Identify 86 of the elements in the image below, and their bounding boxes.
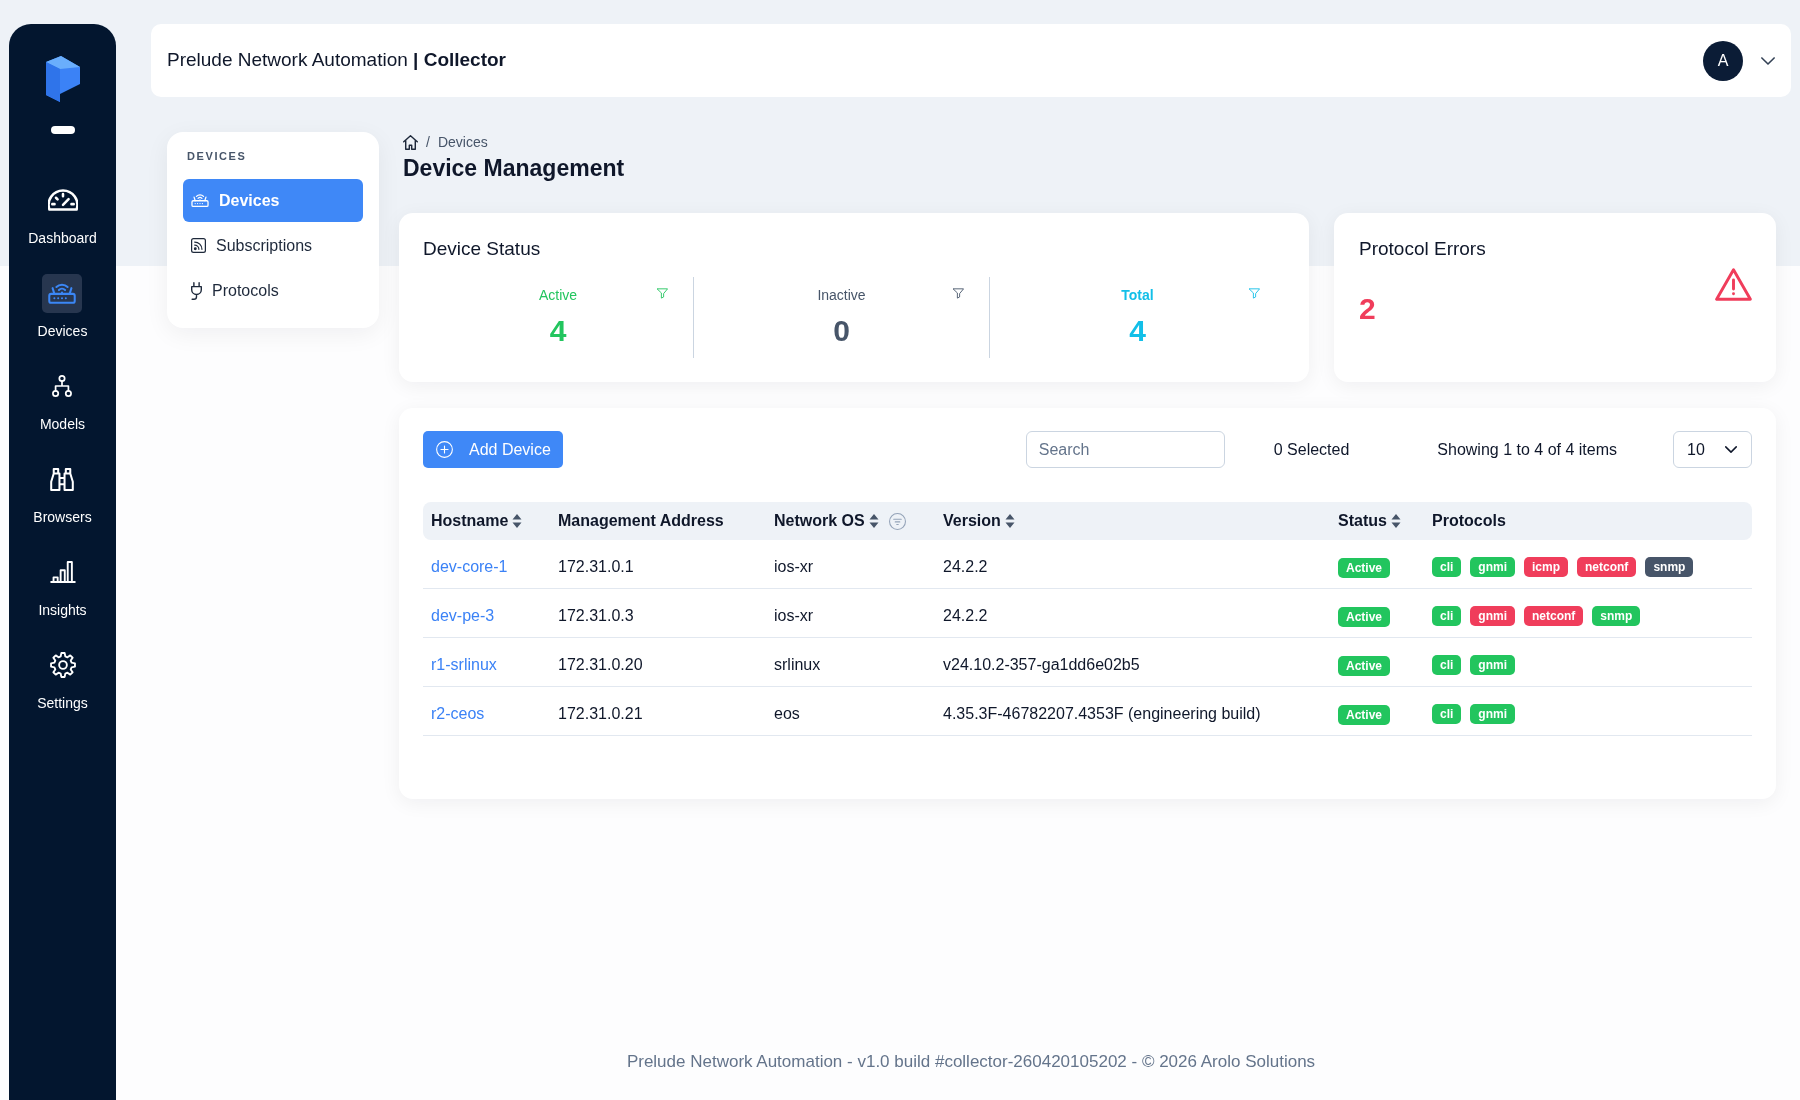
hostname-link[interactable]: dev-pe-3 [431,607,495,624]
version-text: v24.10.2-357-ga1dd6e02b5 [943,656,1140,673]
column-header[interactable]: Hostname [423,502,550,540]
protocol-tag: gnmi [1470,557,1515,577]
status-tag: Active [1338,558,1391,578]
sidebar-item[interactable]: Browsers [33,459,92,525]
chevron-down-icon [1725,446,1737,453]
column-header[interactable]: Network OS [766,502,935,540]
protocol-tag: gnmi [1470,704,1515,724]
card-title: Device Status [423,237,542,261]
footer-text: Prelude Network Automation - v1.0 build #collector-260420105202 - © 2026 Arolo Solutions [626,1052,1316,1071]
hostname-link[interactable]: dev-core-1 [431,558,508,575]
app-title: Prelude Network Automation | Collector [167,48,507,73]
plug-icon [191,281,202,300]
dash-icon [50,126,75,134]
protocol-tag: icmp [1524,557,1569,577]
column-header: Management Address [550,502,766,540]
error-count: 2 [1359,291,1377,327]
rss-icon [191,238,206,253]
sidebar-item[interactable]: Settings [37,645,88,711]
protocol-tag: snmp [1592,606,1641,626]
sort-icon[interactable] [1004,514,1015,528]
protocol-tag: cli [1432,655,1462,675]
network-os-text: ios-xr [774,558,814,575]
chevron-down-icon[interactable] [1761,56,1775,65]
binoculars-icon [50,467,75,491]
protocol-tag: gnmi [1470,606,1515,626]
status-tag: Active [1338,656,1391,676]
status-tag: Active [1338,705,1391,725]
sort-icon[interactable] [512,514,523,528]
version-text: 24.2.2 [943,558,988,575]
sidebar-item[interactable]: Dashboard [28,180,97,246]
page-size-select[interactable]: 10 [1673,431,1752,468]
stat-label[interactable]: Inactive [817,285,866,305]
pagination-summary: Showing 1 to 4 of 4 items [1437,439,1617,460]
protocol-tag: cli [1432,606,1462,626]
network-os-text: srlinux [774,656,821,673]
router-icon [191,194,209,207]
hostname-link[interactable]: r2-ceos [431,705,485,722]
plus-circle-icon [436,441,453,458]
hierarchy-icon [52,375,73,397]
selection-count: 0 Selected [1273,439,1350,460]
sidebar-item[interactable]: Insights [38,552,87,618]
column-header[interactable]: Version [935,502,1330,540]
stat-value: 4 [1129,313,1146,349]
search-field[interactable]: Search [1025,431,1225,468]
card-title: Protocol Errors [1359,237,1486,261]
protocol-tag: snmp [1645,557,1694,577]
avatar[interactable]: A [1703,40,1743,81]
version-text: 24.2.2 [943,607,988,624]
protocol-tag: gnmi [1470,655,1515,675]
stat-value: 0 [833,313,850,349]
settings-icon [49,652,76,678]
stat-value: 4 [549,313,567,349]
protocol-tag: netconf [1577,557,1637,577]
version-text: 4.35.3F-46782207.4353F (engineering build) [943,705,1261,722]
warning-icon [1715,268,1752,301]
network-os-text: eos [774,705,800,722]
address-text: 172.31.0.21 [558,705,643,722]
address-text: 172.31.0.3 [558,607,634,624]
protocol-tag: cli [1432,704,1462,724]
network-os-text: ios-xr [774,607,814,624]
bar-chart-icon [49,561,76,583]
hostname-link[interactable]: r1-srlinux [431,656,497,673]
breadcrumb-separator: / [426,132,430,152]
section-heading: DEVICES [186,149,248,163]
subnav-item[interactable]: Subscriptions [183,224,363,267]
address-text: 172.31.0.20 [558,656,643,673]
sort-icon[interactable] [868,514,879,528]
home-icon[interactable] [403,134,418,150]
logo-icon[interactable] [45,56,80,102]
filter-icon[interactable] [952,288,964,299]
status-tag: Active [1338,607,1391,627]
gauge-icon [47,189,78,211]
sort-icon[interactable] [1390,514,1401,528]
breadcrumb-item: Devices [437,132,488,152]
page-title: Device Management [403,154,626,183]
router-icon [42,273,83,313]
protocol-tag: netconf [1524,606,1584,626]
sidebar-item[interactable]: Models [39,366,86,432]
address-text: 172.31.0.1 [558,558,634,575]
column-header[interactable]: Status [1330,502,1424,540]
sidebar-item[interactable]: Devices [37,273,88,339]
protocol-tag: cli [1432,557,1462,577]
column-header: Protocols [1424,502,1752,540]
subnav-item[interactable]: Protocols [183,269,363,312]
